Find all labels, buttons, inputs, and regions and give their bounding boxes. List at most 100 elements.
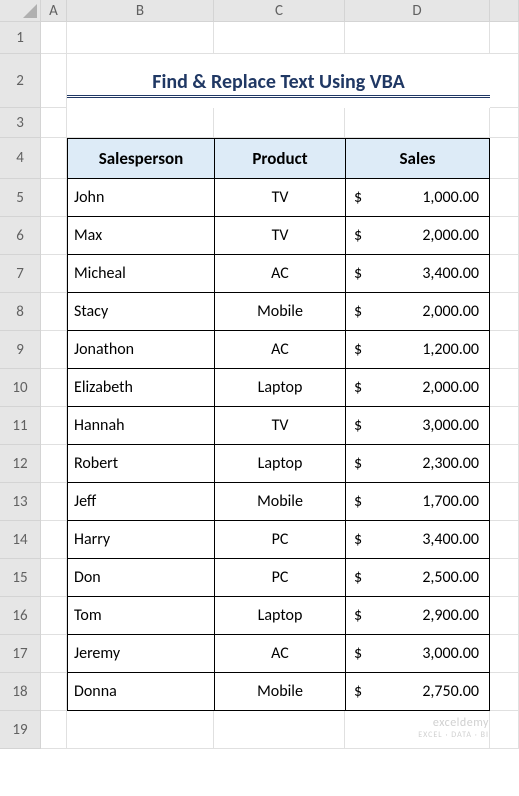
cell-salesperson[interactable]: Stacy bbox=[67, 293, 214, 331]
cell-product[interactable]: AC bbox=[214, 331, 345, 369]
table-header-product[interactable]: Product bbox=[214, 138, 345, 179]
cell-product[interactable]: AC bbox=[214, 255, 345, 293]
table-header-salesperson[interactable]: Salesperson bbox=[67, 138, 214, 179]
row-header-4[interactable]: 4 bbox=[0, 138, 41, 179]
row-header-9[interactable]: 9 bbox=[0, 331, 41, 369]
cell-sales[interactable]: $2,000.00 bbox=[345, 293, 490, 331]
row-header-3[interactable]: 3 bbox=[0, 108, 41, 138]
cell-sales[interactable]: $1,200.00 bbox=[345, 331, 490, 369]
cell-a18[interactable] bbox=[41, 673, 67, 711]
cell-sales[interactable]: $2,900.00 bbox=[345, 597, 490, 635]
cell-e15[interactable] bbox=[490, 559, 519, 597]
page-title[interactable]: Find & Replace Text Using VBA bbox=[67, 68, 490, 98]
cell-e14[interactable] bbox=[490, 521, 519, 559]
cell-e7[interactable] bbox=[490, 255, 519, 293]
cell-a16[interactable] bbox=[41, 597, 67, 635]
row-header-2[interactable]: 2 bbox=[0, 54, 41, 108]
cell-sales[interactable]: $3,000.00 bbox=[345, 407, 490, 445]
cell-a5[interactable] bbox=[41, 179, 67, 217]
cell-salesperson[interactable]: Robert bbox=[67, 445, 214, 483]
cell-e17[interactable] bbox=[490, 635, 519, 673]
cell-c3[interactable] bbox=[214, 108, 345, 138]
cell-a8[interactable] bbox=[41, 293, 67, 331]
cell-salesperson[interactable]: John bbox=[67, 179, 214, 217]
row-header-1[interactable]: 1 bbox=[0, 22, 41, 54]
cell-product[interactable]: Mobile bbox=[214, 483, 345, 521]
cell-salesperson[interactable]: Don bbox=[67, 559, 214, 597]
cell-sales[interactable]: $3,400.00 bbox=[345, 521, 490, 559]
cell-a11[interactable] bbox=[41, 407, 67, 445]
cell-product[interactable]: Mobile bbox=[214, 293, 345, 331]
cell-e1[interactable] bbox=[490, 22, 519, 54]
cell-a14[interactable] bbox=[41, 521, 67, 559]
cell-salesperson[interactable]: Jeff bbox=[67, 483, 214, 521]
cell-a1[interactable] bbox=[41, 22, 67, 54]
table-header-sales[interactable]: Sales bbox=[345, 138, 490, 179]
cell-salesperson[interactable]: Jeremy bbox=[67, 635, 214, 673]
cell-salesperson[interactable]: Jonathon bbox=[67, 331, 214, 369]
cell-b1[interactable] bbox=[67, 22, 214, 54]
cell-a3[interactable] bbox=[41, 108, 67, 138]
cell-product[interactable]: PC bbox=[214, 559, 345, 597]
row-header-7[interactable]: 7 bbox=[0, 255, 41, 293]
cell-sales[interactable]: $2,750.00 bbox=[345, 673, 490, 711]
cell-salesperson[interactable]: Donna bbox=[67, 673, 214, 711]
select-all-corner[interactable] bbox=[0, 0, 41, 22]
cell-salesperson[interactable]: Harry bbox=[67, 521, 214, 559]
cell-e10[interactable] bbox=[490, 369, 519, 407]
cell-e13[interactable] bbox=[490, 483, 519, 521]
cell-e12[interactable] bbox=[490, 445, 519, 483]
cell-salesperson[interactable]: Micheal bbox=[67, 255, 214, 293]
cell-e5[interactable] bbox=[490, 179, 519, 217]
cell-a10[interactable] bbox=[41, 369, 67, 407]
cell-a17[interactable] bbox=[41, 635, 67, 673]
cell-a4[interactable] bbox=[41, 138, 67, 179]
row-header-8[interactable]: 8 bbox=[0, 293, 41, 331]
row-header-13[interactable]: 13 bbox=[0, 483, 41, 521]
cell-a15[interactable] bbox=[41, 559, 67, 597]
cell-a19[interactable] bbox=[41, 711, 67, 749]
cell-sales[interactable]: $2,000.00 bbox=[345, 369, 490, 407]
cell-sales[interactable]: $1,000.00 bbox=[345, 179, 490, 217]
cell-product[interactable]: AC bbox=[214, 635, 345, 673]
cell-a13[interactable] bbox=[41, 483, 67, 521]
cell-product[interactable]: Laptop bbox=[214, 597, 345, 635]
cell-e18[interactable] bbox=[490, 673, 519, 711]
cell-d3[interactable] bbox=[345, 108, 490, 138]
cell-salesperson[interactable]: Hannah bbox=[67, 407, 214, 445]
cell-e8[interactable] bbox=[490, 293, 519, 331]
row-header-11[interactable]: 11 bbox=[0, 407, 41, 445]
cell-sales[interactable]: $1,700.00 bbox=[345, 483, 490, 521]
cell-e16[interactable] bbox=[490, 597, 519, 635]
cell-e3[interactable] bbox=[490, 108, 519, 138]
cell-e2[interactable] bbox=[490, 54, 519, 108]
cell-salesperson[interactable]: Max bbox=[67, 217, 214, 255]
cell-e6[interactable] bbox=[490, 217, 519, 255]
row-header-10[interactable]: 10 bbox=[0, 369, 41, 407]
cell-a2[interactable] bbox=[41, 54, 67, 108]
row-header-12[interactable]: 12 bbox=[0, 445, 41, 483]
cell-c19[interactable] bbox=[214, 711, 345, 749]
row-header-15[interactable]: 15 bbox=[0, 559, 41, 597]
cell-sales[interactable]: $2,500.00 bbox=[345, 559, 490, 597]
cell-product[interactable]: Mobile bbox=[214, 673, 345, 711]
cell-sales[interactable]: $2,300.00 bbox=[345, 445, 490, 483]
row-header-18[interactable]: 18 bbox=[0, 673, 41, 711]
cell-sales[interactable]: $3,000.00 bbox=[345, 635, 490, 673]
row-header-6[interactable]: 6 bbox=[0, 217, 41, 255]
col-header-d[interactable]: D bbox=[345, 0, 490, 22]
cell-e4[interactable] bbox=[490, 138, 519, 179]
cell-salesperson[interactable]: Elizabeth bbox=[67, 369, 214, 407]
row-header-5[interactable]: 5 bbox=[0, 179, 41, 217]
col-header-blank[interactable] bbox=[490, 0, 519, 22]
cell-sales[interactable]: $3,400.00 bbox=[345, 255, 490, 293]
cell-product[interactable]: PC bbox=[214, 521, 345, 559]
cell-a6[interactable] bbox=[41, 217, 67, 255]
cell-a7[interactable] bbox=[41, 255, 67, 293]
cell-b3[interactable] bbox=[67, 108, 214, 138]
cell-a9[interactable] bbox=[41, 331, 67, 369]
row-header-17[interactable]: 17 bbox=[0, 635, 41, 673]
cell-a12[interactable] bbox=[41, 445, 67, 483]
cell-d1[interactable] bbox=[345, 22, 490, 54]
cell-sales[interactable]: $2,000.00 bbox=[345, 217, 490, 255]
